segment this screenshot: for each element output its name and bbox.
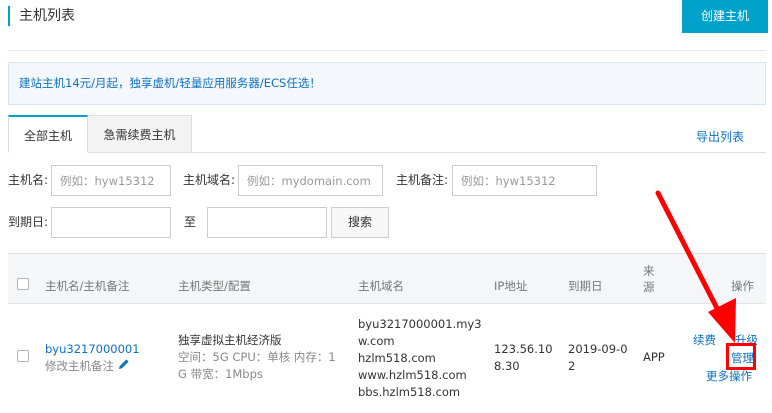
host-type-title: 独享虚拟主机经济版 [178, 333, 282, 347]
col-actions: 操作 [731, 279, 754, 293]
highlight-box [726, 343, 756, 370]
date-range-separator: 至 [184, 215, 197, 229]
host-tabs: 全部主机 急需续费主机 导出列表 [8, 115, 766, 153]
col-source: 来 源 [643, 264, 655, 294]
expiry-end-input[interactable] [207, 207, 327, 238]
edit-remark-label: 修改主机备注 [45, 359, 114, 373]
tab-urgent-renewal[interactable]: 急需续费主机 [88, 115, 192, 153]
search-button[interactable]: 搜索 [331, 207, 389, 238]
expiry-start-input[interactable] [51, 207, 171, 238]
hostname-label: 主机名: [8, 173, 49, 187]
edit-remark[interactable]: 修改主机备注 [45, 358, 130, 375]
domain-label: 主机域名: [183, 173, 236, 187]
renew-link[interactable]: 续费 [693, 332, 716, 349]
ip-address: 123.56.10 8.30 [494, 342, 553, 373]
remark-input[interactable] [452, 165, 597, 196]
domain-line: www.hzlm518.com [358, 368, 467, 382]
row-checkbox[interactable] [17, 350, 29, 362]
hostname-input[interactable] [51, 165, 171, 196]
page-title: 主机列表 [8, 6, 75, 26]
expiry-date: 2019-09-0 2 [568, 342, 628, 373]
host-table: 主机名/主机备注 主机类型/配置 主机域名 IP地址 到期日 来 源 操作 by… [8, 253, 766, 413]
col-expiry: 到期日 [568, 279, 603, 293]
col-name: 主机名/主机备注 [45, 279, 130, 293]
col-domain: 主机域名 [358, 279, 404, 293]
domain-line: byu3217000001.my3 [358, 317, 482, 331]
source-value: APP [643, 350, 665, 364]
col-ip: IP地址 [494, 279, 528, 293]
domain-line: hzlm518.com [358, 351, 436, 365]
select-all-checkbox[interactable] [17, 278, 29, 290]
domain-input[interactable] [238, 165, 383, 196]
col-type: 主机类型/配置 [178, 279, 251, 293]
table-header: 主机名/主机备注 主机类型/配置 主机域名 IP地址 到期日 来 源 操作 [8, 254, 766, 304]
create-host-button[interactable]: 创建主机 [682, 0, 768, 33]
host-domains: byu3217000001.my3 w.com hzlm518.com www.… [358, 316, 482, 401]
remark-label: 主机备注: [396, 173, 449, 187]
host-type-spec: 空间：5G CPU：单核 内存：1 G 带宽：1Mbps [178, 350, 336, 381]
pencil-icon[interactable] [118, 358, 130, 375]
more-actions-link[interactable]: 更多操作 [706, 368, 752, 385]
export-list-link[interactable]: 导出列表 [696, 128, 744, 145]
domain-line: w.com [358, 334, 395, 348]
domain-line: bbs.hzlm518.com [358, 385, 461, 399]
promo-notice-link[interactable]: 建站主机14元/月起，独享虚机/轻量应用服务器/ECS任选！ [8, 62, 766, 105]
expiry-label: 到期日: [8, 215, 49, 229]
tab-all-hosts[interactable]: 全部主机 [8, 115, 88, 153]
header-divider [8, 50, 766, 51]
hostname-link[interactable]: byu3217000001 [45, 341, 140, 358]
